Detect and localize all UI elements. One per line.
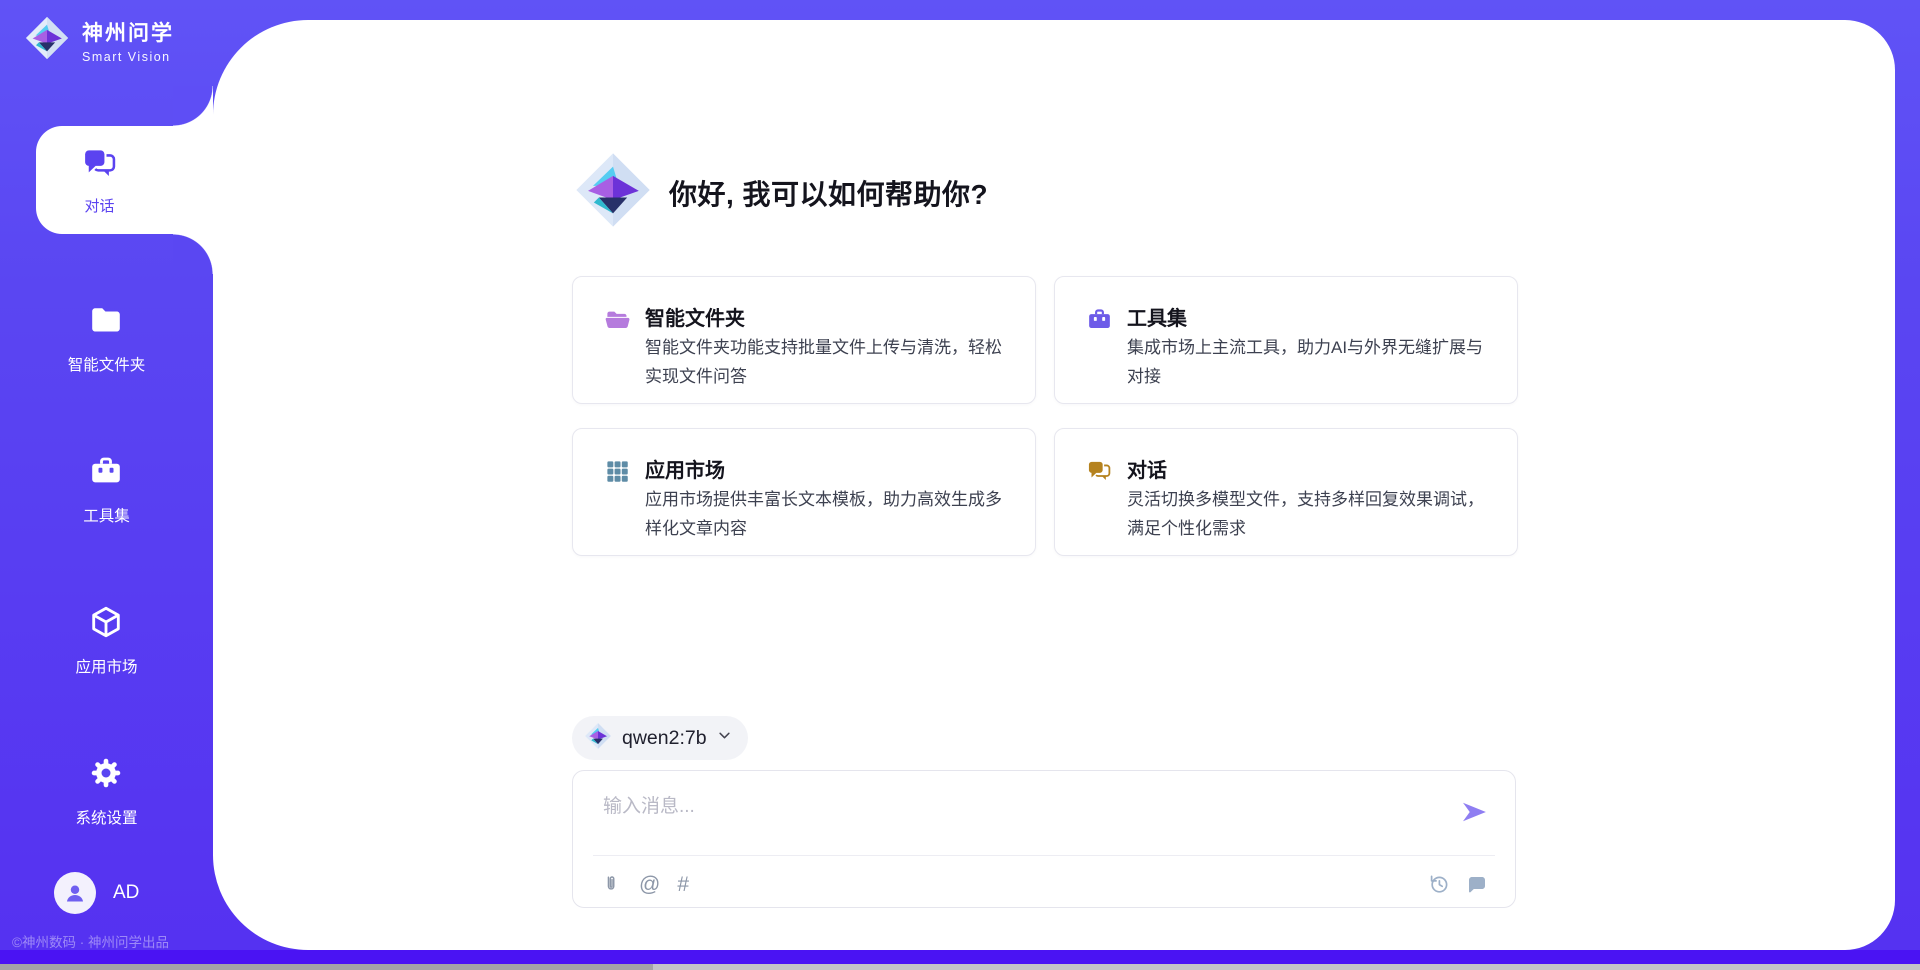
sidebar-item-label: 工具集 <box>83 504 130 526</box>
tab-flare-top <box>173 86 213 126</box>
feature-cards: 智能文件夹 智能文件夹功能支持批量文件上传与清洗，轻松实现文件问答 工具集 集成… <box>572 276 1520 556</box>
history-icon[interactable] <box>1427 872 1451 896</box>
sidebar-item-app-market[interactable]: 应用市场 <box>75 604 137 677</box>
folder-icon <box>88 302 124 343</box>
message-input[interactable] <box>601 789 1461 847</box>
sidebar-item-chat[interactable]: 对话 <box>36 126 213 234</box>
chat-duo-icon <box>81 145 119 188</box>
card-description: 智能文件夹功能支持批量文件上传与清洗，轻松实现文件问答 <box>645 333 1013 391</box>
greeting-title: 你好, 我可以如何帮助你? <box>669 173 988 213</box>
bottom-accent-strip <box>0 950 1920 964</box>
greeting: 你好, 我可以如何帮助你? <box>573 150 988 235</box>
assistant-diamond-icon <box>573 150 653 235</box>
message-composer: @ # <box>572 770 1516 908</box>
model-name: qwen2:7b <box>622 727 707 750</box>
avatar <box>54 872 96 914</box>
composer-toolbar: @ # <box>600 867 1489 901</box>
folder-open-icon <box>604 306 631 338</box>
attachment-icon[interactable] <box>600 873 622 895</box>
sidebar-nav: 智能文件夹 工具集 应用市场 <box>0 302 213 906</box>
mention-icon[interactable]: @ <box>639 874 660 895</box>
card-smart-folder[interactable]: 智能文件夹 智能文件夹功能支持批量文件上传与清洗，轻松实现文件问答 <box>572 276 1036 404</box>
sidebar-item-label: 智能文件夹 <box>68 353 146 375</box>
sidebar-item-label: 对话 <box>84 195 114 216</box>
brand-diamond-icon <box>24 15 70 66</box>
sidebar-item-toolset[interactable]: 工具集 <box>83 453 130 526</box>
card-description: 灵活切换多模型文件，支持多样回复效果调试，满足个性化需求 <box>1127 485 1495 543</box>
grid-icon <box>604 458 631 490</box>
chevron-down-icon <box>717 728 732 748</box>
model-diamond-icon <box>584 722 612 755</box>
card-description: 集成市场上主流工具，助力AI与外界无缝扩展与对接 <box>1127 333 1495 391</box>
cube-icon <box>88 604 124 645</box>
user-account[interactable]: AD <box>54 872 139 914</box>
card-toolset[interactable]: 工具集 集成市场上主流工具，助力AI与外界无缝扩展与对接 <box>1054 276 1518 404</box>
card-title: 智能文件夹 <box>645 302 745 331</box>
card-title: 工具集 <box>1127 302 1187 331</box>
sidebar-item-label: 应用市场 <box>75 655 137 677</box>
chat-duo-icon <box>1086 458 1113 490</box>
toolbox-icon <box>1086 306 1113 338</box>
card-title: 应用市场 <box>645 454 725 483</box>
screen-edge-bar <box>0 964 1920 970</box>
brand-subtitle: Smart Vision <box>82 50 174 64</box>
app-logo: 神州问学 Smart Vision <box>24 15 174 66</box>
toolbox-icon <box>88 453 124 494</box>
gear-icon <box>88 755 124 796</box>
sidebar-item-smart-folder[interactable]: 智能文件夹 <box>68 302 146 375</box>
send-icon[interactable] <box>1459 797 1489 827</box>
tab-flare-bottom <box>173 234 213 274</box>
sidebar-item-settings[interactable]: 系统设置 <box>75 755 137 828</box>
conversation-bubble-icon[interactable] <box>1465 872 1489 896</box>
topic-hash-icon[interactable]: # <box>677 874 689 895</box>
card-chat[interactable]: 对话 灵活切换多模型文件，支持多样回复效果调试，满足个性化需求 <box>1054 428 1518 556</box>
composer-divider <box>593 855 1495 856</box>
card-app-market[interactable]: 应用市场 应用市场提供丰富长文本模板，助力高效生成多样化文章内容 <box>572 428 1036 556</box>
copyright-footer: ©神州数码 · 神州问学出品 <box>12 931 169 951</box>
brand-name: 神州问学 <box>82 17 174 47</box>
user-initials: AD <box>113 882 139 904</box>
card-description: 应用市场提供丰富长文本模板，助力高效生成多样化文章内容 <box>645 485 1013 543</box>
sidebar-item-label: 系统设置 <box>75 806 137 828</box>
card-title: 对话 <box>1127 454 1167 483</box>
model-selector[interactable]: qwen2:7b <box>572 716 748 760</box>
